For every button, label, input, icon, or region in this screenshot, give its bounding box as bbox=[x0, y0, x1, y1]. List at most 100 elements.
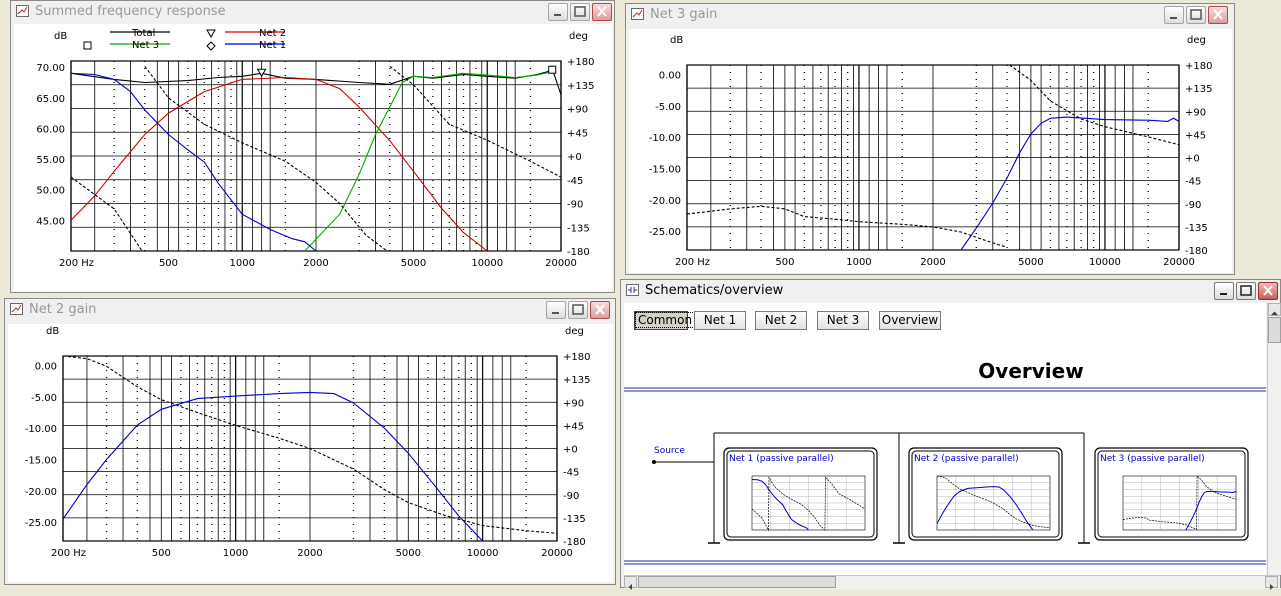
deg-tick-label: +135 bbox=[563, 375, 590, 386]
mini-gain-curve bbox=[751, 479, 809, 531]
freq-tick-label: 500 bbox=[775, 257, 794, 268]
db-tick-label: 65.00 bbox=[36, 94, 65, 105]
legend-marker-diamond bbox=[206, 41, 216, 51]
scroll-right-button[interactable] bbox=[1265, 576, 1278, 590]
net2-gain-chart: dB deg 0.00 -5.00 -10.00 -15.00 -20.00 -25.00 +1… bbox=[25, 326, 591, 559]
horizontal-scrollbar[interactable] bbox=[624, 575, 1280, 590]
deg-unit-label: deg bbox=[569, 31, 588, 42]
schematic-canvas[interactable]: Common Net 1 Net 2 Net 3 Overview Overvi… bbox=[624, 303, 1266, 575]
freq-tick-label: 5000 bbox=[1018, 257, 1043, 268]
series-gain bbox=[960, 116, 1180, 251]
deg-unit-label: deg bbox=[565, 326, 584, 337]
maximize-button[interactable] bbox=[1186, 6, 1206, 24]
maximize-button[interactable] bbox=[1236, 282, 1256, 300]
net2-titlebar[interactable]: Net 2 gain bbox=[5, 299, 615, 321]
series-gain bbox=[62, 391, 483, 542]
net3-gain-window[interactable]: Net 3 gain dB deg 0.00 -5.00 -10.00 -15.00 -20… bbox=[625, 3, 1235, 275]
freq-tick-label: 2000 bbox=[303, 258, 328, 269]
series-phase bbox=[1009, 64, 1180, 146]
db-tick-label: 0.00 bbox=[659, 70, 681, 81]
net3-plot-area: dB deg 0.00 -5.00 -10.00 -15.00 -20.00 -25.00 +1… bbox=[629, 29, 1232, 273]
db-tick-label: -25.00 bbox=[25, 518, 57, 529]
close-button[interactable] bbox=[592, 3, 612, 21]
vertical-scrollbar[interactable] bbox=[1267, 303, 1281, 575]
scroll-thumb[interactable] bbox=[1268, 317, 1281, 343]
db-tick-label: -5.00 bbox=[31, 393, 57, 404]
db-tick-label: -5.00 bbox=[655, 102, 681, 113]
deg-tick-label: +0 bbox=[563, 445, 578, 456]
tab-net2[interactable]: Net 2 bbox=[755, 311, 807, 330]
series-net-1 bbox=[70, 72, 317, 252]
tab-net3[interactable]: Net 3 bbox=[817, 311, 869, 330]
db-tick-label: -10.00 bbox=[25, 424, 57, 435]
net3-cursor-marker bbox=[548, 65, 557, 74]
minimize-button[interactable] bbox=[1214, 282, 1234, 300]
schematics-titlebar[interactable]: Schematics/overview bbox=[621, 280, 1280, 302]
deg-tick-label: +180 bbox=[563, 352, 590, 363]
schematic-window-icon[interactable] bbox=[626, 284, 639, 296]
deg-tick-label: +135 bbox=[567, 81, 594, 92]
mini-plot-frame bbox=[1122, 475, 1237, 531]
series-total-phase bbox=[144, 65, 388, 252]
db-tick-label: -15.00 bbox=[25, 455, 57, 466]
maximize-button[interactable] bbox=[568, 301, 588, 319]
close-button[interactable] bbox=[1208, 6, 1228, 24]
mini-plot-frame bbox=[751, 475, 866, 531]
mini-phase-curve bbox=[936, 475, 1051, 529]
legend-label: Total bbox=[131, 28, 155, 39]
summed-plot-area: dB deg 70.00 65.00 60.00 55.00 50.00 45.00 +180 +… bbox=[14, 24, 612, 291]
legend-label: Net 1 bbox=[259, 40, 286, 51]
tab-common[interactable]: Common bbox=[634, 311, 696, 330]
deg-tick-label: -90 bbox=[563, 491, 579, 502]
freq-tick-label: 200 Hz bbox=[59, 258, 94, 269]
db-tick-label: -15.00 bbox=[649, 164, 681, 175]
close-button[interactable] bbox=[590, 301, 610, 319]
schematic-diagram: Overview Source Net 1 (passive parallel)… bbox=[624, 359, 1266, 565]
net-box bbox=[723, 447, 878, 541]
scroll-left-button[interactable] bbox=[624, 576, 637, 590]
db-unit-label: dB bbox=[46, 326, 59, 337]
deg-tick-label: -45 bbox=[567, 176, 583, 187]
minimize-button[interactable] bbox=[1164, 6, 1184, 24]
tab-net1[interactable]: Net 1 bbox=[694, 311, 746, 330]
schematics-window[interactable]: Schematics/overview Common Net 1 Net 2 N… bbox=[620, 279, 1281, 590]
net2-gain-window[interactable]: Net 2 gain dB deg 0.00 -5.00 -10.00 -15.00 -20… bbox=[4, 298, 616, 585]
maximize-button[interactable] bbox=[570, 3, 590, 21]
freq-tick-label: 20000 bbox=[541, 548, 573, 559]
freq-tick-label: 2000 bbox=[920, 257, 945, 268]
legend-label: Net 3 bbox=[132, 40, 159, 51]
deg-tick-label: +0 bbox=[567, 152, 582, 163]
scroll-up-button[interactable] bbox=[1268, 303, 1281, 316]
mini-gain-curve bbox=[936, 486, 1034, 531]
summed-response-window[interactable]: Summed frequency response dB deg 70.00 65.0… bbox=[10, 0, 615, 293]
deg-tick-label: -45 bbox=[563, 468, 579, 479]
mini-gain-curve bbox=[1185, 490, 1237, 531]
freq-tick-label: 20000 bbox=[545, 258, 577, 269]
net2-plot-area: dB deg 0.00 -5.00 -10.00 -15.00 -20.00 -25.00 +1… bbox=[8, 324, 613, 582]
legend-label: Net 2 bbox=[259, 28, 286, 39]
close-button[interactable] bbox=[1258, 282, 1278, 300]
summed-titlebar[interactable]: Summed frequency response bbox=[11, 1, 614, 23]
minimize-button[interactable] bbox=[548, 3, 568, 21]
deg-tick-label: -90 bbox=[567, 200, 583, 211]
deg-tick-label: -135 bbox=[563, 514, 586, 525]
deg-tick-label: +90 bbox=[1185, 107, 1206, 118]
net-box-inner bbox=[1097, 450, 1246, 538]
net2-cursor-marker bbox=[256, 68, 267, 78]
deg-tick-label: +180 bbox=[567, 57, 594, 68]
freq-tick-label: 2000 bbox=[297, 548, 322, 559]
chart-window-icon[interactable] bbox=[16, 5, 29, 17]
chart-window-icon[interactable] bbox=[631, 8, 644, 20]
scroll-thumb-h[interactable] bbox=[638, 576, 836, 588]
net-box bbox=[908, 447, 1063, 541]
window-title: Net 3 gain bbox=[650, 7, 718, 22]
deg-tick-label: -90 bbox=[1185, 200, 1201, 211]
deg-tick-label: +180 bbox=[1185, 61, 1212, 72]
net-box-label: Net 1 (passive parallel) bbox=[729, 454, 834, 464]
chart-window-icon[interactable] bbox=[10, 303, 23, 315]
db-tick-label: 0.00 bbox=[35, 361, 57, 372]
tab-overview[interactable]: Overview bbox=[879, 311, 941, 330]
series-total-phase bbox=[70, 176, 143, 252]
minimize-button[interactable] bbox=[546, 301, 566, 319]
net3-titlebar[interactable]: Net 3 gain bbox=[626, 4, 1234, 26]
